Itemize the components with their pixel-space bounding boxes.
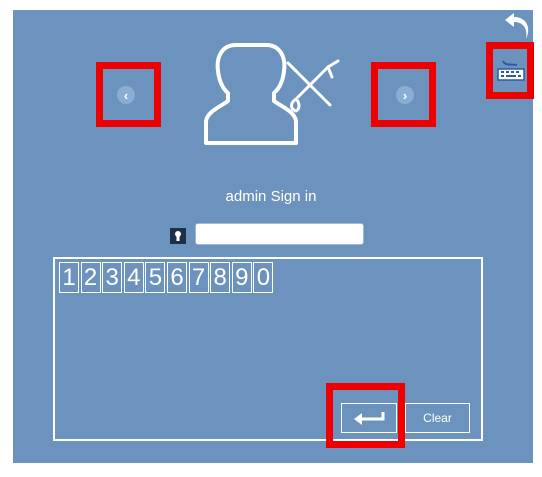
key-7[interactable]: 7 [188,262,209,293]
key-0[interactable]: 0 [253,262,274,293]
user-settings-icon [204,43,340,145]
chevron-left-icon[interactable]: ‹ [117,86,135,104]
key-1[interactable]: 1 [59,262,79,293]
key-4[interactable]: 4 [123,262,144,293]
keyhole-icon [170,228,186,244]
password-input[interactable] [195,223,364,245]
undo-arrow-icon[interactable] [502,13,532,41]
key-3[interactable]: 3 [102,262,123,293]
keyboard-icon[interactable] [497,57,525,81]
key-8[interactable]: 8 [210,262,231,293]
key-9[interactable]: 9 [231,262,252,293]
enter-arrow-icon [354,412,385,425]
page-title: admin Sign in [225,188,317,205]
clear-button[interactable]: Clear [405,403,470,433]
key-5[interactable]: 5 [145,262,166,293]
key-6[interactable]: 6 [167,262,187,293]
chevron-right-icon[interactable]: › [396,86,414,104]
key-2[interactable]: 2 [80,262,101,293]
enter-button[interactable] [341,403,397,433]
